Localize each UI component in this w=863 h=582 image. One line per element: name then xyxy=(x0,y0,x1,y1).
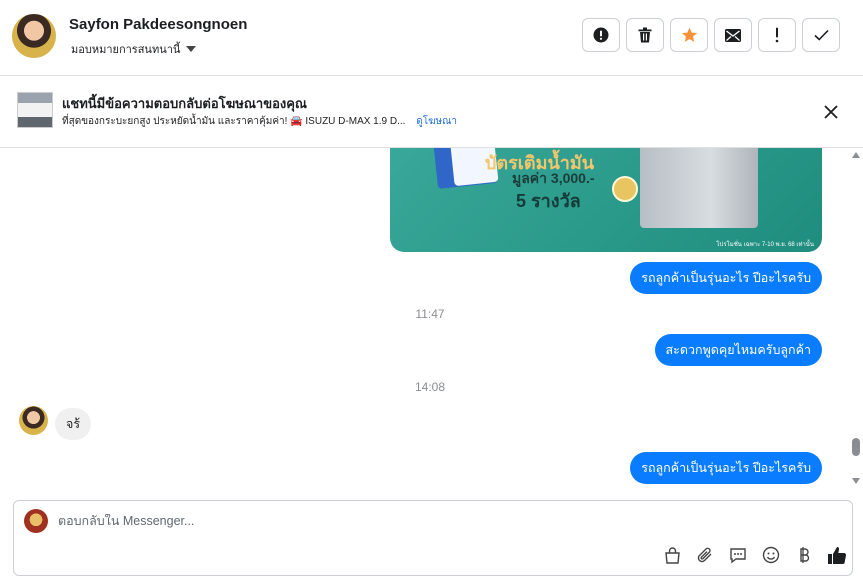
exclamation-icon xyxy=(775,27,779,43)
thumbs-up-icon[interactable] xyxy=(827,545,847,565)
medal-icon xyxy=(612,176,638,202)
reply-composer xyxy=(13,500,853,576)
star-button[interactable] xyxy=(670,18,708,52)
baht-icon[interactable] xyxy=(794,545,814,565)
checkmark-icon xyxy=(813,29,829,41)
scrollbar-thumb[interactable] xyxy=(852,438,860,456)
ad-reply-banner: แชทนี้มีข้อความตอบกลับต่อโฆษณาของคุณ ที่… xyxy=(0,77,863,148)
timestamp: 11:47 xyxy=(415,307,445,321)
reply-input[interactable] xyxy=(58,514,758,528)
contact-avatar[interactable] xyxy=(12,14,56,58)
outgoing-message[interactable]: รถลูกค้าเป็นรุ่นอะไร ปีอะไรครับ xyxy=(630,262,822,294)
outgoing-message[interactable]: รถลูกค้าเป็นรุ่นอะไร ปีอะไรครับ xyxy=(630,452,822,484)
saved-reply-icon[interactable] xyxy=(728,545,748,565)
view-ad-link[interactable]: ดูโฆษณา xyxy=(416,116,457,127)
ad-description: ที่สุดของกระบะยกสูง ประหยัดน้ำมัน และราค… xyxy=(62,116,406,127)
emoji-icon[interactable] xyxy=(761,545,781,565)
follow-up-button[interactable] xyxy=(758,18,796,52)
outgoing-message[interactable]: สะดวกพูดคุยไหมครับลูกค้า xyxy=(654,334,822,366)
ad-banner-title: แชทนี้มีข้อความตอบกลับต่อโฆษณาของคุณ xyxy=(62,96,307,111)
caret-down-icon xyxy=(186,46,197,52)
promo-footnote: โปรโมชั่น เฉพาะ 7-10 พ.ย. 68 เท่านั้น xyxy=(716,242,814,248)
promo-image-message[interactable]: บัตรเติมน้ำมัน มูลค่า 3,000.- 5 รางวัล โ… xyxy=(390,148,822,252)
message-thread[interactable]: บัตรเติมน้ำมัน มูลค่า 3,000.- 5 รางวัล โ… xyxy=(0,148,848,492)
page-avatar xyxy=(24,509,48,533)
assign-conversation-dropdown[interactable]: มอบหมายการสนทนานี้ xyxy=(71,40,197,58)
promo-count: 5 รางวัล xyxy=(516,191,581,211)
incoming-message[interactable]: จร้ xyxy=(55,408,92,440)
scroll-up-arrow-icon[interactable] xyxy=(852,152,860,158)
envelope-icon xyxy=(725,28,741,42)
composer-tools xyxy=(662,545,847,565)
contact-avatar-small xyxy=(19,406,48,435)
conversation-header: Sayfon Pakdeesongnoen มอบหมายการสนทนานี้ xyxy=(0,0,863,76)
shopping-bag-icon[interactable] xyxy=(662,545,682,565)
thread-scrollbar[interactable] xyxy=(848,148,863,492)
timestamp: 14:08 xyxy=(414,380,446,394)
mark-unread-button[interactable] xyxy=(714,18,752,52)
contact-name[interactable]: Sayfon Pakdeesongnoen xyxy=(69,16,247,33)
exclamation-circle-icon xyxy=(593,27,609,43)
done-button[interactable] xyxy=(802,18,840,52)
ad-banner-subtitle: ที่สุดของกระบะยกสูง ประหยัดน้ำมัน และราค… xyxy=(62,114,457,129)
refrigerator-image xyxy=(640,148,758,228)
assign-label: มอบหมายการสนทนานี้ xyxy=(71,44,181,56)
ad-thumbnail[interactable] xyxy=(17,92,53,128)
header-actions xyxy=(582,18,840,52)
mark-spam-button[interactable] xyxy=(582,18,620,52)
scroll-down-arrow-icon[interactable] xyxy=(852,478,860,484)
delete-button[interactable] xyxy=(626,18,664,52)
paperclip-icon[interactable] xyxy=(695,545,715,565)
trash-icon xyxy=(638,27,652,43)
star-icon xyxy=(681,27,697,42)
close-icon[interactable] xyxy=(822,103,840,121)
